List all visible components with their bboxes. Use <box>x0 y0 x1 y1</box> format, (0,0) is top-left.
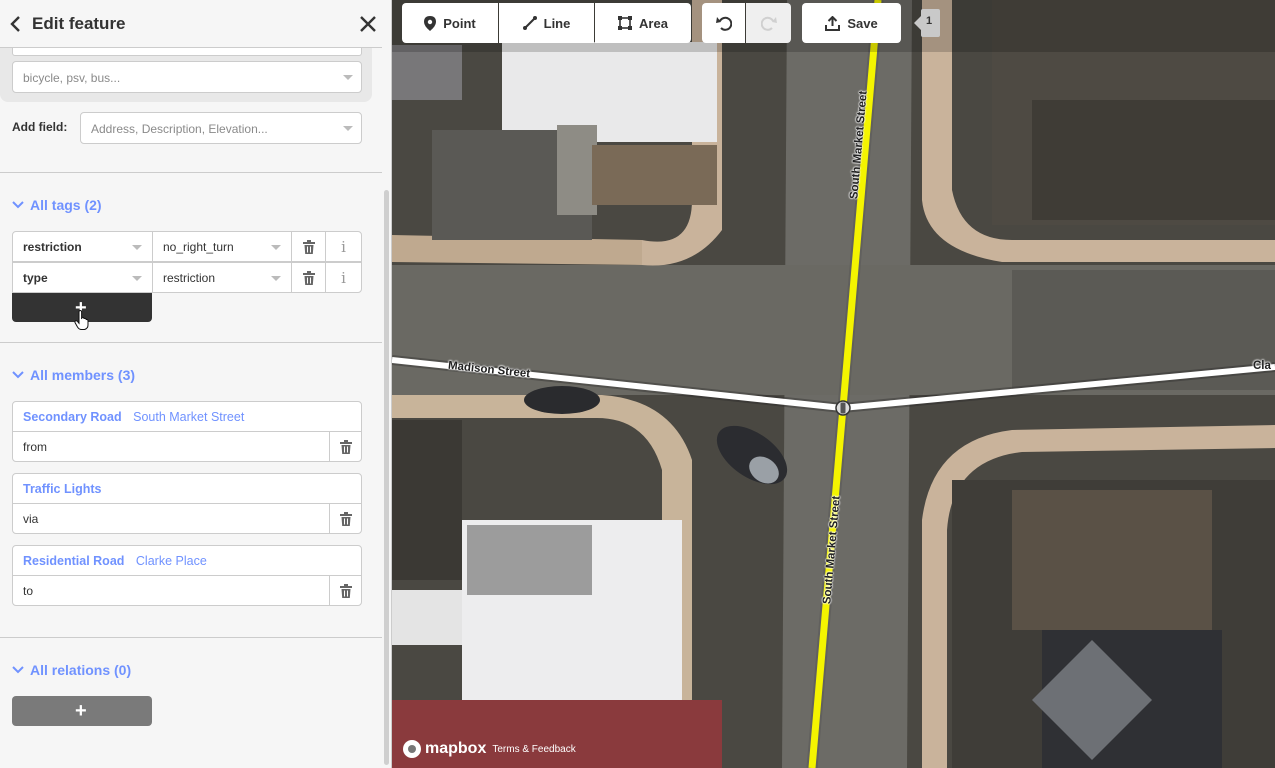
access-combo[interactable]: bicycle, psv, bus... <box>12 61 362 93</box>
street-label-clarke: Cla <box>1253 360 1271 372</box>
tag-info-button[interactable]: i <box>325 262 362 293</box>
chevron-down-icon <box>132 245 142 250</box>
tag-row: restriction no_right_turn i <box>12 231 362 262</box>
tag-value-input[interactable]: restriction <box>152 262 292 293</box>
mapbox-logo-text: mapbox <box>425 740 487 757</box>
chevron-down-icon <box>343 75 353 80</box>
member-name: South Market Street <box>133 410 245 424</box>
area-label: Area <box>639 15 668 31</box>
member-role-input[interactable]: from <box>12 431 330 462</box>
trash-icon <box>339 583 352 598</box>
trash-icon <box>302 239 315 254</box>
page-title: Edit feature <box>32 14 126 33</box>
member-item: Traffic Lights via <box>12 473 362 535</box>
hand-cursor-icon <box>74 310 89 330</box>
member-item: Secondary Road South Market Street from <box>12 401 362 463</box>
line-label: Line <box>543 15 571 31</box>
chevron-down-icon <box>12 197 24 213</box>
chevron-down-icon <box>271 276 281 281</box>
chevron-down-icon <box>271 245 281 250</box>
delete-member-button[interactable] <box>329 575 362 606</box>
save-label: Save <box>847 15 878 31</box>
redo-button[interactable] <box>746 3 791 43</box>
map-view[interactable]: South Market Street South Market Street … <box>392 0 1275 768</box>
info-icon: i <box>341 268 346 287</box>
tag-key-input[interactable]: type <box>12 262 153 293</box>
satellite-imagery <box>392 0 1275 768</box>
back-chevron-icon[interactable] <box>4 12 28 36</box>
add-relation-button[interactable]: + <box>12 696 152 726</box>
member-type: Residential Road <box>23 554 125 568</box>
all-members-title: All members (3) <box>30 367 136 383</box>
tag-info-button[interactable]: i <box>325 231 362 262</box>
undo-icon <box>715 16 732 31</box>
add-field-placeholder: Address, Description, Elevation... <box>91 122 268 136</box>
line-icon <box>522 16 537 30</box>
all-relations-title: All relations (0) <box>30 662 132 678</box>
info-icon: i <box>341 237 346 256</box>
close-icon[interactable] <box>356 12 380 36</box>
terms-feedback-link[interactable]: Terms & Feedback <box>492 744 575 755</box>
chevron-down-icon <box>132 276 142 281</box>
add-area-button[interactable]: Area <box>595 3 691 43</box>
all-tags-title: All tags (2) <box>30 197 102 213</box>
redo-icon <box>760 16 777 31</box>
tag-value-text: restriction <box>163 271 216 285</box>
all-tags-toggle[interactable]: All tags (2) <box>12 197 102 213</box>
edit-count: 1 <box>925 15 933 27</box>
delete-tag-button[interactable] <box>291 262 326 293</box>
map-attribution: mapbox Terms & Feedback <box>403 740 576 758</box>
point-marker-icon <box>424 15 437 31</box>
member-role-text: to <box>23 584 34 598</box>
tag-key-input[interactable]: restriction <box>12 231 153 262</box>
sidebar-header: Edit feature <box>0 0 382 48</box>
delete-member-button[interactable] <box>329 431 362 462</box>
add-field-combo[interactable]: Address, Description, Elevation... <box>80 112 362 144</box>
area-icon <box>618 16 633 30</box>
all-relations-toggle[interactable]: All relations (0) <box>12 662 131 678</box>
mapbox-logo[interactable]: mapbox <box>403 740 486 758</box>
member-role-text: from <box>23 440 47 454</box>
delete-member-button[interactable] <box>329 503 362 534</box>
trash-icon <box>339 439 352 454</box>
save-button[interactable]: Save <box>802 3 901 43</box>
member-type: Secondary Road <box>23 410 122 424</box>
upload-icon <box>825 15 841 31</box>
tag-row: type restriction i <box>12 262 362 293</box>
member-role-text: via <box>23 512 39 526</box>
access-combo-placeholder: bicycle, psv, bus... <box>23 71 121 85</box>
tag-value-text: no_right_turn <box>163 240 234 254</box>
member-label[interactable]: Residential Road Clarke Place <box>12 545 362 576</box>
add-relation-label: + <box>75 700 87 722</box>
section-divider <box>0 342 382 343</box>
add-field-label: Add field: <box>12 120 68 134</box>
trash-icon <box>302 270 315 285</box>
section-divider <box>0 172 382 173</box>
tag-key-text: type <box>23 271 48 285</box>
add-point-button[interactable]: Point <box>402 3 498 43</box>
trash-icon <box>339 511 352 526</box>
tag-value-input[interactable]: no_right_turn <box>152 231 292 262</box>
inspector-sidebar: bicycle, psv, bus... Add field: Address,… <box>0 0 392 768</box>
undo-button[interactable] <box>702 3 745 43</box>
chevron-down-icon <box>343 126 353 131</box>
sidebar-scrollbar[interactable] <box>384 190 389 765</box>
mapbox-logo-icon <box>403 740 421 758</box>
chevron-down-icon <box>12 367 24 383</box>
chevron-down-icon <box>12 662 24 678</box>
member-role-input[interactable]: via <box>12 503 330 534</box>
member-label[interactable]: Traffic Lights <box>12 473 362 504</box>
member-name: Clarke Place <box>135 554 207 568</box>
delete-tag-button[interactable] <box>291 231 326 262</box>
member-label[interactable]: Secondary Road South Market Street <box>12 401 362 432</box>
member-role-input[interactable]: to <box>12 575 330 606</box>
member-type: Traffic Lights <box>23 482 102 496</box>
point-label: Point <box>443 15 476 31</box>
member-item: Residential Road Clarke Place to <box>12 545 362 607</box>
all-members-toggle[interactable]: All members (3) <box>12 367 135 383</box>
section-divider <box>0 637 382 638</box>
tag-key-text: restriction <box>23 240 82 254</box>
add-line-button[interactable]: Line <box>499 3 594 43</box>
field-stub[interactable] <box>12 48 362 56</box>
